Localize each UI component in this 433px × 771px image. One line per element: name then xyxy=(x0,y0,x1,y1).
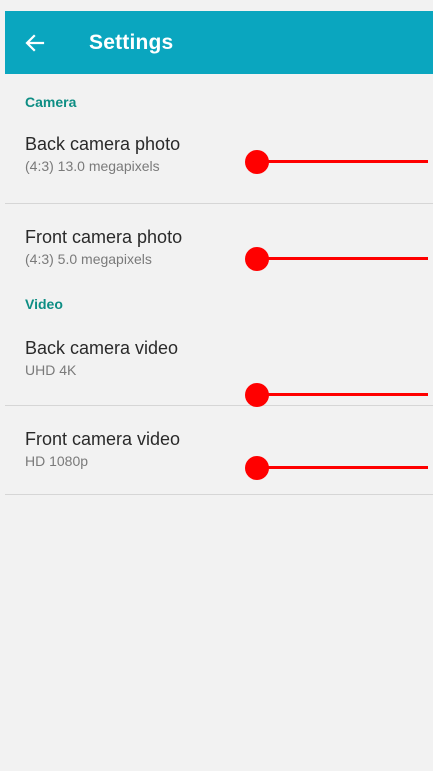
setting-title: Front camera photo xyxy=(25,227,183,247)
setting-title: Front camera video xyxy=(25,429,181,449)
divider xyxy=(5,494,433,495)
marker-dot xyxy=(245,150,269,174)
back-button[interactable] xyxy=(5,11,65,74)
marker-dot xyxy=(245,383,269,407)
setting-subtitle: UHD 4K xyxy=(25,362,77,378)
app-bar: Settings xyxy=(5,11,433,74)
red-marker xyxy=(245,150,428,174)
marker-line xyxy=(257,393,428,396)
section-header-camera: Camera xyxy=(25,94,77,110)
section-header-video: Video xyxy=(25,296,63,312)
marker-dot xyxy=(245,456,269,480)
setting-title: Back camera video xyxy=(25,338,179,358)
page-title: Settings xyxy=(89,30,174,54)
marker-line xyxy=(257,257,428,260)
marker-dot xyxy=(245,247,269,271)
arrow-left-icon xyxy=(25,33,45,53)
red-marker xyxy=(245,383,428,407)
red-marker xyxy=(245,247,428,271)
red-marker xyxy=(245,456,428,480)
settings-list: Camera Back camera photo (4:3) 13.0 mega… xyxy=(5,74,433,495)
marker-line xyxy=(257,466,428,469)
marker-line xyxy=(257,160,428,163)
